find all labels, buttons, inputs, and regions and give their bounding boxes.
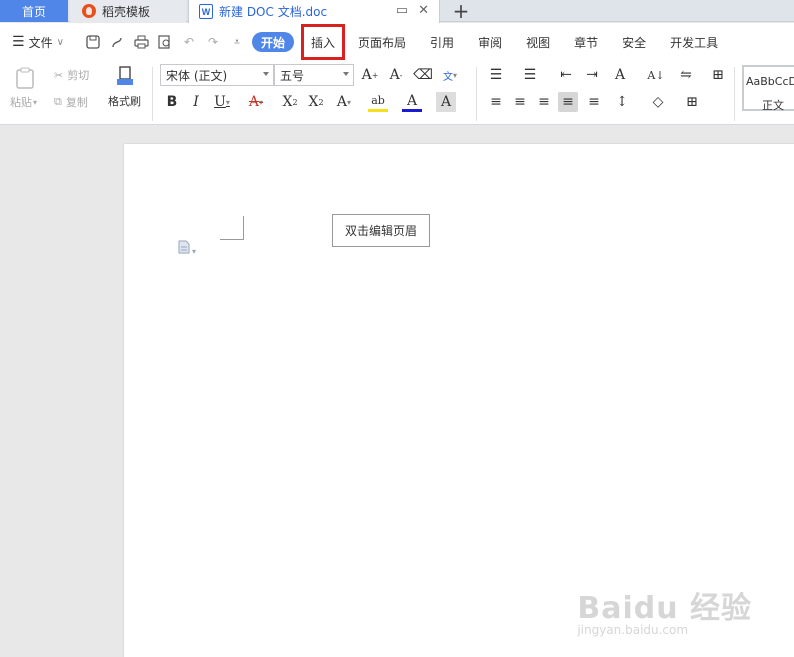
line-break-icon[interactable]: ⇋ (676, 65, 696, 85)
style-preview-text: AaBbCcD (746, 75, 794, 88)
justify-icon[interactable]: ≡ (558, 92, 578, 112)
edit-header-tooltip[interactable]: 双击编辑页眉 (332, 214, 430, 247)
font-size-select[interactable]: 五号 (274, 64, 354, 86)
document-workspace: 双击编辑页眉 ▾ Baidu 经验 jingyan.baidu.com (0, 126, 794, 657)
underline-icon[interactable]: U ▾ (212, 92, 232, 112)
bullet-list-icon[interactable]: ☰ (486, 65, 506, 85)
font-color-icon[interactable]: A (402, 92, 422, 112)
tab-document[interactable]: W 新建 DOC 文档.doc ▭ ✕ (188, 0, 440, 23)
tab-security[interactable]: 安全 (610, 23, 658, 61)
align-center-icon[interactable]: ≡ (510, 92, 530, 112)
tab-page-layout[interactable]: 页面布局 (346, 23, 418, 61)
window-tab-bar: 首页 稻壳模板 W 新建 DOC 文档.doc ▭ ✕ + (0, 0, 794, 23)
highlight-color-icon[interactable]: ab (368, 92, 388, 112)
watermark-brand: Baidu 经验 (577, 591, 752, 626)
divider (152, 67, 153, 121)
align-right-icon[interactable]: ≡ (534, 92, 554, 112)
distributed-align-icon[interactable]: ≡ (584, 92, 604, 112)
format-painter-icon (116, 66, 133, 85)
tab-developer-tools[interactable]: 开发工具 (658, 23, 730, 61)
redo-icon[interactable]: ↷ (204, 33, 222, 51)
superscript-icon[interactable]: X2 (280, 92, 300, 112)
table-border-icon[interactable]: ⊞ (708, 65, 728, 85)
clear-formatting-icon[interactable]: ⌫ (413, 65, 433, 85)
copy-icon: ⧉ (54, 95, 62, 108)
save-icon[interactable] (84, 33, 102, 51)
char-shading-icon[interactable]: A (436, 92, 456, 112)
word-doc-icon: W (199, 4, 213, 19)
divider (734, 67, 735, 121)
tab-template-label: 稻壳模板 (102, 4, 151, 19)
quick-access-toolbar: ↶ ↷ ⩡ (84, 33, 246, 51)
paste-label: 粘贴 (10, 96, 32, 109)
copy-label: 复制 (65, 96, 88, 109)
docer-flame-icon (82, 4, 96, 18)
format-painter-button[interactable]: 格式刷 (108, 65, 141, 109)
cut-label: 剪切 (67, 69, 90, 82)
style-name-label: 正文 (762, 99, 784, 112)
tab-section[interactable]: 章节 (562, 23, 610, 61)
caret-down-icon (263, 72, 269, 76)
customize-toolbar-icon[interactable]: ⩡ (228, 33, 246, 51)
numbered-list-icon[interactable]: ☰ (520, 65, 540, 85)
font-name-select[interactable]: 宋体 (正文) (160, 64, 274, 86)
paragraph-settings-icon[interactable]: ▾ (178, 240, 196, 257)
bold-icon[interactable]: B (162, 92, 182, 112)
phonetic-guide-icon[interactable]: 文 ▾ (440, 65, 460, 85)
caret-down-icon (343, 72, 349, 76)
borders-icon[interactable]: ⊞ (682, 92, 702, 112)
close-icon[interactable]: ✕ (418, 3, 429, 18)
hamburger-icon: ☰ (12, 34, 25, 50)
font-size-value: 五号 (280, 68, 305, 83)
decrease-indent-icon[interactable]: ⇤ (556, 65, 576, 85)
scissors-icon: ✂ (54, 68, 64, 82)
tab-insert[interactable]: 插入 (300, 23, 346, 61)
tab-template[interactable]: 稻壳模板 (70, 0, 186, 22)
tab-start[interactable]: 开始 (252, 32, 295, 52)
ribbon-tabs: 开始 插入 页面布局 引用 审阅 视图 章节 安全 开发工具 (252, 23, 730, 61)
document-page[interactable]: 双击编辑页眉 ▾ (124, 144, 794, 657)
export-pdf-icon[interactable] (108, 33, 126, 51)
ribbon-toolbar: 粘贴 ▾ ✂ 剪切 ⧉ 复制 格式刷 宋体 (正文) 五号 A + A- ⌫ 文 ▾ … (0, 61, 794, 125)
style-normal-button[interactable]: AaBbCcD 正文 (742, 65, 794, 112)
text-effects-icon[interactable]: A ▾ (334, 92, 354, 112)
strikethrough-icon[interactable]: A ▾ (246, 92, 266, 112)
paste-label-button[interactable]: 粘贴 ▾ (10, 94, 37, 110)
pin-window-icon[interactable]: ▭ (396, 3, 408, 18)
paste-icon (16, 67, 34, 89)
tab-home[interactable]: 首页 (0, 0, 68, 22)
decrease-font-size-icon[interactable]: A- (386, 65, 406, 85)
copy-button[interactable]: ⧉ 复制 (54, 94, 88, 110)
margin-corner-mark (220, 216, 244, 240)
menu-bar: ☰ 文件 ∨ ↶ ↷ ⩡ 开始 插入 页面布局 引用 审阅 视图 章节 安全 开… (0, 23, 794, 61)
file-menu-label: 文件 (28, 35, 53, 50)
file-menu-button[interactable]: ☰ 文件 ∨ (0, 34, 80, 51)
baidu-watermark: Baidu 经验 jingyan.baidu.com (577, 583, 752, 637)
cut-button[interactable]: ✂ 剪切 (54, 67, 89, 83)
subscript-icon[interactable]: X2 (306, 92, 326, 112)
align-left-icon[interactable]: ≡ (486, 92, 506, 112)
tab-review[interactable]: 审阅 (466, 23, 514, 61)
italic-icon[interactable]: I (186, 92, 206, 112)
paste-button[interactable] (10, 67, 40, 89)
tab-references[interactable]: 引用 (418, 23, 466, 61)
new-tab-button[interactable]: + (446, 0, 476, 23)
divider (476, 67, 477, 121)
increase-indent-icon[interactable]: ⇥ (582, 65, 602, 85)
format-painter-label: 格式刷 (108, 95, 141, 108)
tab-view[interactable]: 视图 (514, 23, 562, 61)
tab-document-label: 新建 DOC 文档.doc (219, 5, 328, 19)
edit-header-tooltip-label: 双击编辑页眉 (344, 224, 417, 238)
text-direction-icon[interactable]: A (610, 65, 630, 85)
shading-icon[interactable]: ◇ (648, 92, 668, 112)
sort-icon[interactable]: A↓ (646, 65, 666, 85)
chevron-down-icon: ∨ (56, 36, 64, 48)
line-spacing-icon[interactable]: ↕ (612, 92, 632, 112)
increase-font-size-icon[interactable]: A + (360, 65, 380, 85)
print-preview-icon[interactable] (156, 33, 174, 51)
print-icon[interactable] (132, 33, 150, 51)
undo-icon[interactable]: ↶ (180, 33, 198, 51)
font-name-value: 宋体 (正文) (166, 68, 228, 83)
